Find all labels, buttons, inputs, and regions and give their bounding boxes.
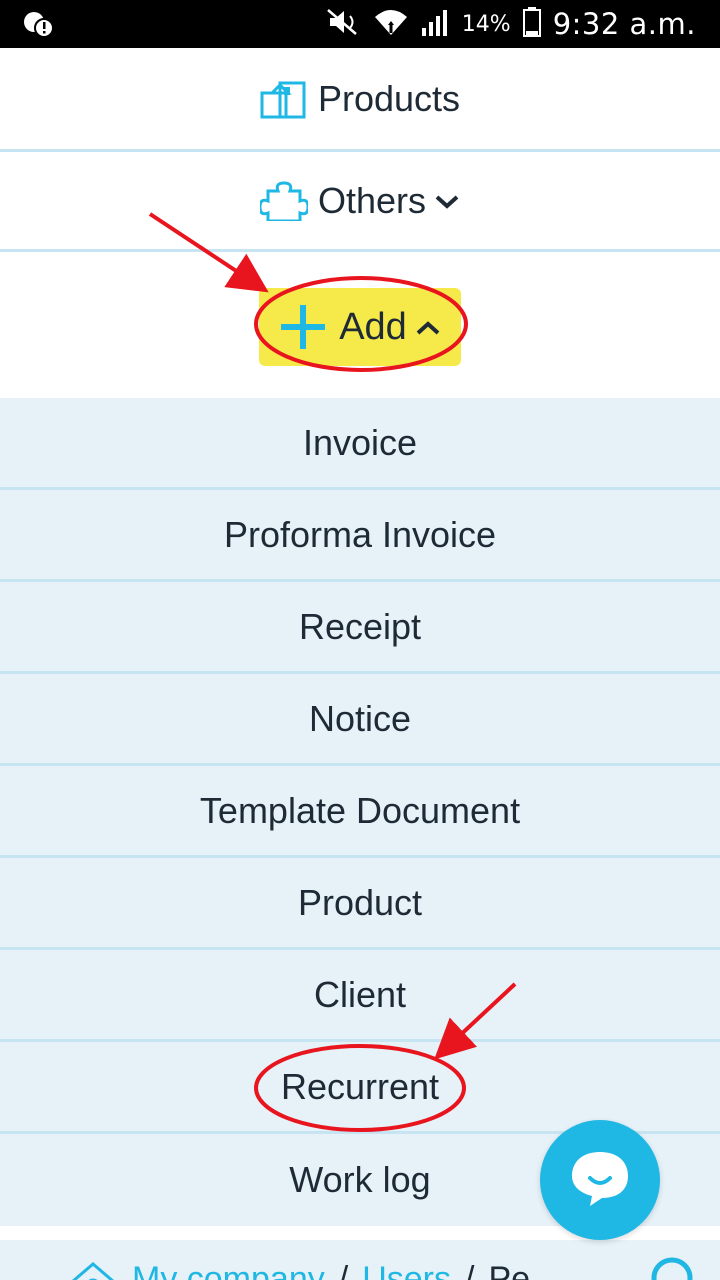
submenu-item-label: Work log (289, 1159, 431, 1200)
chevron-down-icon (434, 185, 460, 217)
breadcrumb-separator: / (464, 1260, 475, 1280)
chat-bubble-icon (568, 1148, 632, 1213)
mute-icon (326, 8, 362, 40)
submenu-item-label: Receipt (298, 605, 422, 647)
wifi-icon (374, 7, 408, 41)
add-button[interactable]: Add (259, 288, 461, 366)
add-submenu: Invoice Proforma Invoice Receipt Notice … (0, 398, 720, 1226)
boxes-icon (260, 79, 308, 119)
submenu-item-label: Recurrent (280, 1065, 440, 1107)
menu-item-label: Others (317, 179, 427, 221)
home-icon[interactable] (68, 1260, 118, 1280)
menu-item-others[interactable]: Others (0, 152, 720, 252)
submenu-item-label: Product (297, 881, 423, 923)
battery-icon (522, 7, 541, 41)
menu-item-products[interactable]: Products (0, 48, 720, 152)
search-icon[interactable] (648, 1254, 694, 1280)
submenu-item-label: Notice (308, 697, 412, 739)
submenu-item-receipt[interactable]: Receipt (0, 582, 720, 674)
breadcrumb-bar: My company / Users / Pe (0, 1240, 720, 1280)
plus-icon (279, 303, 327, 351)
menu-item-label: Products (317, 77, 461, 119)
battery-percent: 14% (461, 11, 511, 37)
submenu-item-template-document[interactable]: Template Document (0, 766, 720, 858)
submenu-item-label: Proforma Invoice (223, 513, 497, 555)
clock: 9:32 a.m. (552, 7, 696, 41)
add-label: Add (339, 305, 407, 348)
menu-item-add: Add (0, 252, 720, 398)
chevron-up-icon (415, 311, 441, 343)
status-bar: 14% 9:32 a.m. (0, 0, 720, 48)
puzzle-icon (259, 180, 308, 221)
breadcrumb: My company / Users / Pe (68, 1260, 530, 1280)
submenu-item-product[interactable]: Product (0, 858, 720, 950)
submenu-item-label: Client (313, 973, 407, 1015)
chat-button[interactable] (540, 1120, 660, 1240)
submenu-item-client[interactable]: Client (0, 950, 720, 1042)
breadcrumb-home-link[interactable]: My company (132, 1260, 325, 1280)
breadcrumb-current: Pe (488, 1260, 531, 1280)
submenu-item-recurrent[interactable]: Recurrent (0, 1042, 720, 1134)
breadcrumb-separator: / (338, 1260, 349, 1280)
submenu-item-invoice[interactable]: Invoice (0, 398, 720, 490)
signal-icon (420, 8, 450, 40)
submenu-item-proforma-invoice[interactable]: Proforma Invoice (0, 490, 720, 582)
submenu-item-notice[interactable]: Notice (0, 674, 720, 766)
cloud-alert-icon (22, 10, 56, 42)
breadcrumb-users-link[interactable]: Users (362, 1260, 451, 1280)
submenu-item-label: Invoice (302, 421, 418, 463)
submenu-item-label: Template Document (199, 789, 521, 831)
